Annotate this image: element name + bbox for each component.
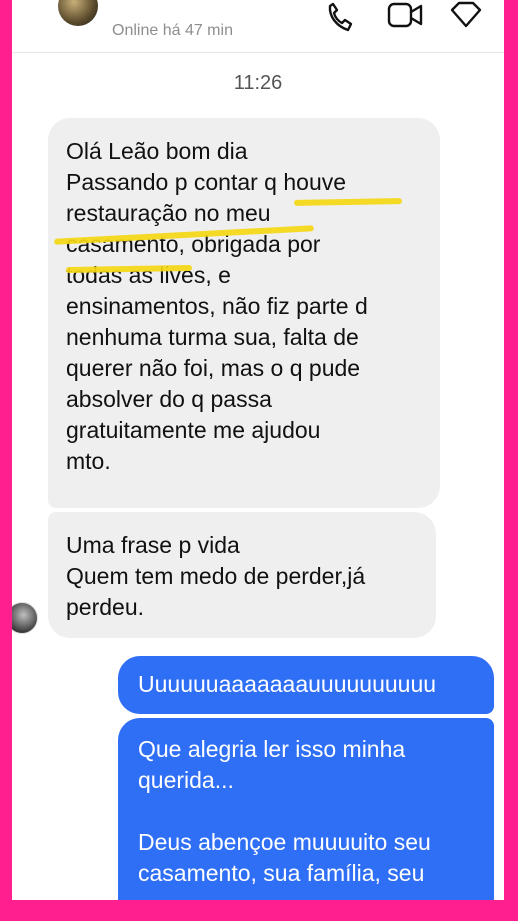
message-line: absolver do q passa [66,386,272,412]
message-line: Deus abençoe muuuuito seu [138,829,431,855]
phone-icon[interactable] [324,0,354,34]
online-status: Online há 47 min [112,22,233,39]
message-line: ensinamentos, não fiz parte d [66,293,368,319]
message-line: mto. [66,448,111,474]
chat-screen: Online há 47 min 11:26 Olá Leão bom dia … [12,0,504,900]
message-line [138,796,494,827]
message-timestamp: 11:26 [233,72,283,94]
message-line: Uuuuuuaaaaaaauuuuuuuuuu [138,671,437,697]
outgoing-message-bubble[interactable]: Uuuuuuaaaaaaauuuuuuuuuu [118,656,494,714]
contact-avatar[interactable] [58,0,98,26]
message-line: Olá Leão bom dia [66,138,248,164]
message-line: querer não foi, mas o q pude [66,355,361,381]
message-line: nenhuma turma sua, falta de [66,324,359,350]
message-line: Uma frase p vida [66,532,240,558]
outgoing-message-bubble[interactable]: Que alegria ler isso minha querida... De… [118,718,494,900]
message-line: perdeu. [66,594,145,620]
flag-icon[interactable] [448,0,484,34]
message-line: casamento, sua família, seu [138,860,425,886]
chat-header: Online há 47 min [12,0,504,53]
message-line: Quem tem medo de perder,já [66,563,366,589]
message-line: querida... [138,767,234,793]
incoming-message-bubble[interactable]: Uma frase p vida Quem tem medo de perder… [48,512,436,638]
video-icon[interactable] [386,0,424,32]
sender-avatar[interactable] [12,602,38,634]
message-line: Passando p contar q houve [66,169,347,195]
message-line: todas as lives, e [66,262,231,288]
message-line: Que alegria ler isso minha [138,736,406,762]
message-line: gratuitamente me ajudou [66,417,321,443]
incoming-message-bubble[interactable]: Olá Leão bom dia Passando p contar q hou… [48,118,440,508]
